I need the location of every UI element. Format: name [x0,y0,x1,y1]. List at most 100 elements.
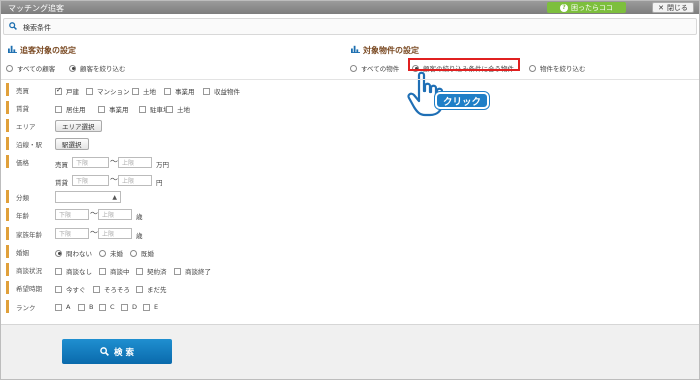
question-icon: ? [560,3,568,12]
checkbox-box [164,87,171,95]
price-unit-yen: 円 [156,179,163,187]
row-label-deal-status: 商談状況 [6,263,42,276]
rent-price-min-input[interactable]: 下限 [72,175,109,186]
search-button-label: 検 索 [114,347,134,358]
checkbox-deal-closed[interactable]: 商談終了 [174,266,211,276]
highlight-box [408,58,520,71]
price-sale-label: 売買 [55,161,68,169]
radio-all-properties[interactable]: すべての物件 [350,63,399,73]
radio-marriage-married[interactable]: 既婚 [130,248,154,258]
divider [1,79,699,80]
help-button[interactable]: ? 困ったらココ [547,2,626,13]
checkbox-sale-mansion[interactable]: マンション [86,86,130,96]
checkbox-box [93,285,100,293]
range-tilde: ～ [90,228,98,237]
checkbox-rent-residential[interactable]: 居住用 [55,104,86,114]
radio-indicator [69,64,76,72]
radio-filter-customers[interactable]: 顧客を絞り込む [69,63,126,73]
checkbox-rent-business[interactable]: 事業用 [98,104,129,114]
checkbox-box [143,303,150,311]
checkbox-sale-land[interactable]: 土地 [132,86,156,96]
checkbox-label: マンション [97,88,130,96]
radio-filter-properties[interactable]: 物件を絞り込む [529,63,586,73]
search-button[interactable]: 検 索 [62,339,172,364]
checkbox-rank-a[interactable]: A [55,303,70,311]
radio-label: 物件を絞り込む [540,65,586,73]
sale-price-max-input[interactable]: 上限 [118,157,152,168]
search-icon [9,22,17,30]
row-label-station: 沿線・駅 [6,137,42,150]
age-max-input[interactable]: 上限 [98,209,132,220]
window-title: マッチング追客 [8,4,64,13]
search-conditions-title: 検索条件 [23,24,51,32]
checkbox-box [55,267,62,275]
checkbox-timing-now[interactable]: 今すぐ [55,284,86,294]
checkbox-rank-e[interactable]: E [143,303,158,311]
area-select-button[interactable]: エリア選択 [55,120,102,132]
checkbox-label: 土地 [177,106,190,114]
checkbox-rent-parking[interactable]: 駐車場 [139,104,170,114]
rent-price-max-input[interactable]: 上限 [118,175,152,186]
checkbox-timing-later[interactable]: まだ先 [136,284,167,294]
radio-all-customers[interactable]: すべての顧客 [6,63,55,73]
checkbox-box [203,87,210,95]
checkbox-rank-d[interactable]: D [121,303,137,311]
checkbox-box [86,87,93,95]
checkbox-box [174,267,181,275]
family-age-min-input[interactable]: 下限 [55,228,89,239]
checkbox-box [136,285,143,293]
sale-price-min-input[interactable]: 下限 [72,157,109,168]
checkbox-timing-soon[interactable]: そろそろ [93,284,130,294]
checkbox-sale-house[interactable]: 戸建 [55,86,79,96]
radio-label: 既婚 [141,250,154,258]
click-annotation: クリック [435,92,489,109]
radio-label: 未婚 [110,250,123,258]
age-min-input[interactable]: 下限 [55,209,89,220]
property-section-title: 対象物件の設定 [363,46,419,55]
checkbox-box [139,105,146,113]
checkbox-label: 商談なし [66,268,92,276]
radio-marriage-any[interactable]: 問わない [55,248,92,258]
search-conditions-header: 検索条件 [3,18,697,35]
row-label-area: エリア [6,119,36,132]
checkbox-label: A [66,303,71,311]
category-select[interactable]: ▲ [55,191,121,203]
checkbox-box [55,86,62,95]
radio-indicator [130,249,137,257]
radio-label: 顧客を絞り込む [80,65,126,73]
checkbox-box [99,267,106,275]
checkbox-box [136,267,143,275]
customer-section-title: 追客対象の設定 [20,46,76,55]
close-icon: ✕ [658,3,664,12]
radio-label: すべての物件 [361,65,400,73]
checkbox-label: 契約済 [147,268,167,276]
radio-label: 問わない [66,250,92,258]
checkbox-sale-business[interactable]: 事業用 [164,86,195,96]
radio-indicator [99,249,106,257]
price-unit-man-yen: 万円 [156,161,169,169]
checkbox-label: そろそろ [104,286,130,294]
checkbox-label: 土地 [143,88,156,96]
checkbox-deal-none[interactable]: 商談なし [55,266,92,276]
radio-marriage-single[interactable]: 未婚 [99,248,123,258]
checkbox-label: E [154,303,159,311]
checkbox-sale-income[interactable]: 収益物件 [203,86,240,96]
radio-indicator [350,64,357,72]
checkbox-box [55,105,62,113]
bar-chart-icon [351,45,360,53]
checkbox-label: 戸建 [66,88,79,96]
checkbox-label: D [132,303,138,311]
family-age-max-input[interactable]: 上限 [98,228,132,239]
search-icon [100,347,109,356]
row-label-price: 価格 [6,155,29,168]
checkbox-rent-land[interactable]: 土地 [166,104,190,114]
checkbox-rank-b[interactable]: B [78,303,93,311]
checkbox-box [78,303,85,311]
checkbox-deal-contracted[interactable]: 契約済 [136,266,167,276]
checkbox-deal-in-progress[interactable]: 商談中 [99,266,130,276]
checkbox-rank-c[interactable]: C [99,303,115,311]
family-age-unit: 歳 [136,232,143,240]
close-button[interactable]: ✕ 閉じる [652,2,694,13]
checkbox-label: C [110,303,115,311]
station-select-button[interactable]: 駅選択 [55,138,89,150]
